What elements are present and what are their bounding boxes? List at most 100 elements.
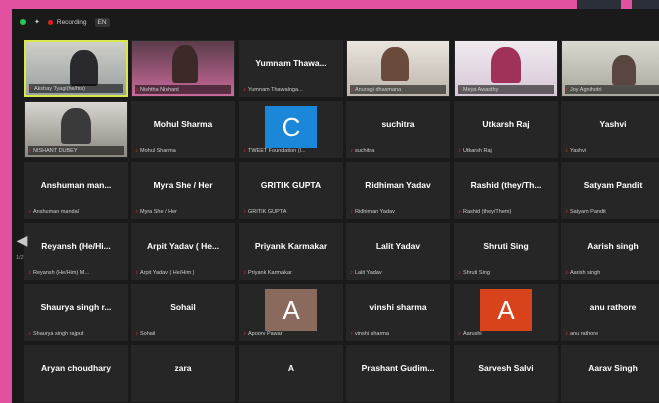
participant-tile[interactable]: Shaurya singh r... ♪ Shaurya singh rajput [24,284,128,341]
participant-tile[interactable]: A ♪ Aarushi [454,284,558,341]
participant-tile[interactable]: ♪ Joy Agnihotri [561,40,659,97]
participant-name: Reyansh (He/Hi... [41,241,111,251]
participant-tile[interactable]: Aarav Singh [561,345,659,402]
participant-tile[interactable]: Rashid (they/Th... ♪ Rashid (they/Them) [454,162,558,219]
participant-caption: ♪ NISHANT DUBEY [28,146,124,155]
participant-tile[interactable]: Myra She / Her ♪ Myra She / Her [131,162,235,219]
muted-mic-icon: ♪ [243,330,246,337]
participant-caption-label: Yumnam Thawalnga... [248,86,303,93]
participant-name: Rashid (they/Th... [470,180,542,190]
participant-caption: ♪ Reyansh (He/Him) M... [28,268,124,277]
participant-tile[interactable]: Priyank Karmakar ♪ Priyank Karmakar [239,223,343,280]
participant-tile[interactable]: ♪ Akshay Tyagi(he/his) [24,40,128,97]
participant-caption-label: Anuragi dhasmana [355,86,402,93]
pin-icon[interactable]: ✦ [34,18,40,26]
muted-mic-icon: ♪ [135,86,138,93]
participant-caption-label: Nishtha Nishant [140,86,179,93]
muted-mic-icon: ♪ [243,208,246,215]
participant-caption-label: GRITIK GUPTA [248,208,287,215]
participant-tile[interactable]: Prashant Gudim... [346,345,450,402]
participant-tile[interactable]: Aryan choudhary [24,345,128,402]
meeting-window: ✦ Recording EN ♪ Akshay Tyagi(he/his) ♪ Nis… [12,9,659,403]
participant-tile[interactable]: vinshi sharma ♪ vinshi sharma [346,284,450,341]
participant-tile[interactable]: Lalit Yadav ♪ Lalit Yadav [346,223,450,280]
previous-page-arrow-icon[interactable]: ◀ [15,226,29,254]
participant-tile[interactable]: ♪ Anuragi dhasmana [346,40,450,97]
participant-name: Mohul Sharma [153,119,213,129]
participant-tile[interactable]: anu rathore ♪ anu rathore [561,284,659,341]
participant-caption: ♪ Shaurya singh rajput [28,329,124,338]
participant-caption: ♪ Shruti Sing [458,268,554,277]
security-shield-icon[interactable] [20,19,26,25]
participant-caption-label: Reyansh (He/Him) M... [33,269,89,276]
muted-mic-icon: ♪ [28,269,31,276]
participant-name: Prashant Gudim... [361,363,435,373]
participant-tile[interactable]: Mohul Sharma ♪ Mohul Sharma [131,101,235,158]
participant-caption-label: vinshi sharma [355,330,389,337]
participant-caption: ♪ Anuragi dhasmana [350,85,446,94]
participant-caption: ♪ Priyank Karmakar [243,268,339,277]
participant-tile[interactable]: Anshuman man... ♪ Anshuman mandal [24,162,128,219]
participant-caption: ♪ anu rathore [565,329,659,338]
participant-tile[interactable]: suchitra ♪ suchitra [346,101,450,158]
participant-tile[interactable]: C ♪ TWEET Foundation (I... [239,101,343,158]
meeting-topbar: ✦ Recording EN [12,9,659,35]
participant-tile[interactable]: Aarish singh ♪ Aarish singh [561,223,659,280]
muted-mic-icon: ♪ [565,330,568,337]
participant-tile[interactable]: Yumnam Thawa... ♪ Yumnam Thawalnga... [239,40,343,97]
participant-tile[interactable]: zara [131,345,235,402]
participant-caption: ♪ Aarushi [458,329,554,338]
participant-tile[interactable]: A ♪ Apoorv Pawar [239,284,343,341]
participant-name: Utkarsh Raj [482,119,530,129]
participant-avatar: C [265,106,317,148]
muted-mic-icon: ♪ [135,330,138,337]
participant-caption: ♪ GRITIK GUPTA [243,207,339,216]
participant-tile[interactable]: ♪ NISHANT DUBEY [24,101,128,158]
participant-caption-label: TWEET Foundation (I... [248,147,306,154]
participant-caption-label: anu rathore [570,330,599,337]
muted-mic-icon: ♪ [243,147,246,154]
participant-caption: ♪ Sohail [135,329,231,338]
participant-name: Sarvesh Salvi [478,363,534,373]
muted-mic-icon: ♪ [458,86,461,93]
muted-mic-icon: ♪ [29,85,32,92]
participant-caption: ♪ Yumnam Thawalnga... [243,85,339,94]
participant-tile[interactable]: GRITIK GUPTA ♪ GRITIK GUPTA [239,162,343,219]
participant-tile[interactable]: Shruti Sing ♪ Shruti Sing [454,223,558,280]
muted-mic-icon: ♪ [565,208,568,215]
participant-tile[interactable]: Satyam Pandit ♪ Satyam Pandit [561,162,659,219]
muted-mic-icon: ♪ [565,86,568,93]
participant-name: Aarav Singh [588,363,638,373]
participant-tile[interactable]: Sohail ♪ Sohail [131,284,235,341]
muted-mic-icon: ♪ [350,147,353,154]
participant-caption-label: Myra She / Her [140,208,177,215]
participant-caption: ♪ Rashid (they/Them) [458,207,554,216]
muted-mic-icon: ♪ [350,330,353,337]
participant-caption: ♪ Satyam Pandit [565,207,659,216]
participant-caption-label: Sohail [140,330,156,337]
participant-name: Aryan choudhary [41,363,111,373]
participant-tile[interactable]: Ridhiman Yadav ♪ Ridhiman Yadav [346,162,450,219]
participant-name: Arpit Yadav ( He... [146,241,220,251]
muted-mic-icon: ♪ [350,269,353,276]
participant-name: Yumnam Thawa... [255,58,327,68]
language-badge[interactable]: EN [94,17,110,27]
participant-caption-label: Lalit Yadav [355,269,382,276]
participant-name: Myra She / Her [153,180,213,190]
participant-caption-label: Mohul Sharma [140,147,176,154]
participant-tile[interactable]: Yashvi ♪ Yashvi [561,101,659,158]
participant-tile[interactable]: ♪ Meya Awasthy [454,40,558,97]
participant-caption: ♪ Lalit Yadav [350,268,446,277]
recording-indicator[interactable]: Recording [47,19,87,26]
participant-tile[interactable]: Utkarsh Raj ♪ Utkarsh Raj [454,101,558,158]
participant-tile[interactable]: Sarvesh Salvi [454,345,558,402]
participant-name: suchitra [381,119,415,129]
participant-tile[interactable]: Reyansh (He/Hi... ♪ Reyansh (He/Him) M... [24,223,128,280]
participant-avatar: A [265,289,317,331]
participant-caption-label: Aarish singh [570,269,601,276]
participant-tile[interactable]: ♪ Nishtha Nishant [131,40,235,97]
participant-caption: ♪ suchitra [350,146,446,155]
participant-tile[interactable]: Arpit Yadav ( He... ♪ Arpit Yadav ( He/Him… [131,223,235,280]
participant-tile[interactable]: A [239,345,343,402]
muted-mic-icon: ♪ [458,147,461,154]
